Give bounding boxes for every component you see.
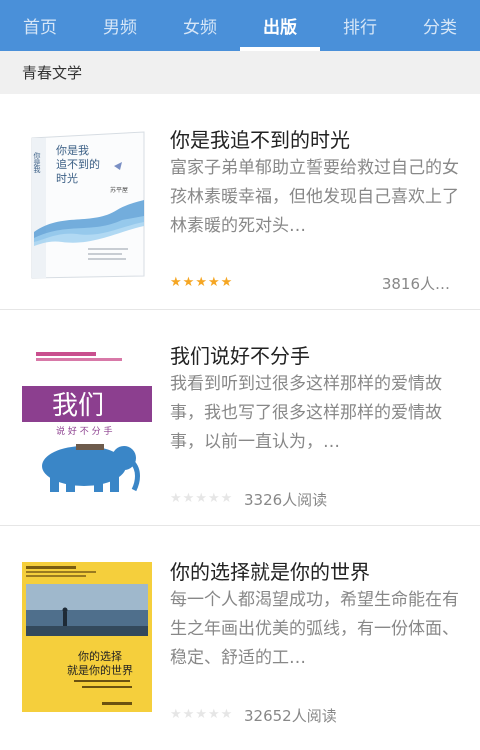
- cover-title: 我们: [52, 391, 104, 421]
- reader-count: 3326人阅读: [244, 491, 328, 509]
- reader-count: 32652人阅读: [244, 707, 337, 725]
- star-icon: ★: [182, 491, 196, 506]
- book-description: 富家子弟单郁助立誓要给救过自己的女孩林素暖幸福，但他发现自己喜欢上了林素暖的死对…: [170, 158, 459, 236]
- book-cover: 你的选择 就是你的世界: [22, 562, 152, 712]
- star-icon: ★: [207, 491, 221, 506]
- tab-category[interactable]: 分类: [400, 0, 480, 51]
- cover-title-line-2: 就是你的世界: [67, 663, 133, 677]
- section-title: 青春文学: [22, 64, 83, 82]
- top-tab-bar: 首页 男频 女频 出版 排行 分类: [0, 0, 480, 51]
- book-title[interactable]: 我们说好不分手: [170, 340, 310, 369]
- book-title[interactable]: 你是我追不到的时光: [170, 124, 350, 153]
- tab-publish[interactable]: 出版: [240, 0, 320, 51]
- cover-title-line-1: 你的选择: [78, 649, 122, 663]
- star-icon: ★: [220, 491, 234, 506]
- book-cover: 我们 说 好 不 分 手: [22, 346, 152, 496]
- book-description: 每一个人都渴望成功，希望生命能在有生之年画出优美的弧线，有一份体面、稳定、舒适的…: [170, 590, 459, 668]
- star-icon: ★: [207, 707, 221, 722]
- book-title[interactable]: 你的选择就是你的世界: [170, 556, 370, 585]
- star-icon: ★: [207, 275, 221, 290]
- cover-title-line-3: 时光: [56, 171, 78, 185]
- star-icon: ★: [220, 707, 234, 722]
- star-icon: ★: [220, 275, 234, 290]
- tab-home[interactable]: 首页: [0, 0, 80, 51]
- cover-spine-text: 你是我: [33, 151, 41, 173]
- star-icon: ★: [182, 275, 196, 290]
- cover-subtitle: 说 好 不 分 手: [56, 425, 112, 437]
- book-item[interactable]: 你是我 你是我 追不到的 时光 苏平屋 你是我追不到的时光 富家子弟单郁助立誓要…: [0, 94, 480, 310]
- star-icon: ★: [170, 707, 183, 722]
- rating-stars: ★★★★★: [170, 275, 233, 290]
- book-item[interactable]: 我们 说 好 不 分 手 我们说好不分手 我看到听到过很多这样那样的爱情故事，我…: [0, 310, 480, 526]
- rating-stars: ★★★★★: [170, 491, 233, 506]
- book-description: 我看到听到过很多这样那样的爱情故事，我也写了很多这样那样的爱情故事，以前一直认为…: [170, 374, 442, 452]
- reader-count: 3816人…: [381, 275, 450, 293]
- cover-author: 苏平屋: [110, 186, 128, 194]
- book-item[interactable]: 你的选择 就是你的世界 你的选择就是你的世界 每一个人都渴望成功，希望生命能在有…: [0, 526, 480, 742]
- star-icon: ★: [195, 275, 208, 290]
- rating-stars: ★★★★★: [170, 707, 233, 722]
- tab-female[interactable]: 女频: [160, 0, 240, 51]
- cover-title-line-1: 你是我: [56, 144, 89, 157]
- star-icon: ★: [195, 707, 208, 722]
- tab-male[interactable]: 男频: [80, 0, 160, 51]
- book-list: 你是我 你是我 追不到的 时光 苏平屋 你是我追不到的时光 富家子弟单郁助立誓要…: [0, 94, 480, 742]
- star-icon: ★: [170, 275, 183, 290]
- tab-ranking[interactable]: 排行: [320, 0, 400, 51]
- section-header: 青春文学: [0, 51, 480, 94]
- cover-title-line-2: 追不到的: [56, 157, 100, 171]
- star-icon: ★: [182, 707, 196, 722]
- star-icon: ★: [195, 491, 208, 506]
- book-cover: 你是我 你是我 追不到的 时光 苏平屋: [22, 130, 152, 280]
- star-icon: ★: [170, 491, 183, 506]
